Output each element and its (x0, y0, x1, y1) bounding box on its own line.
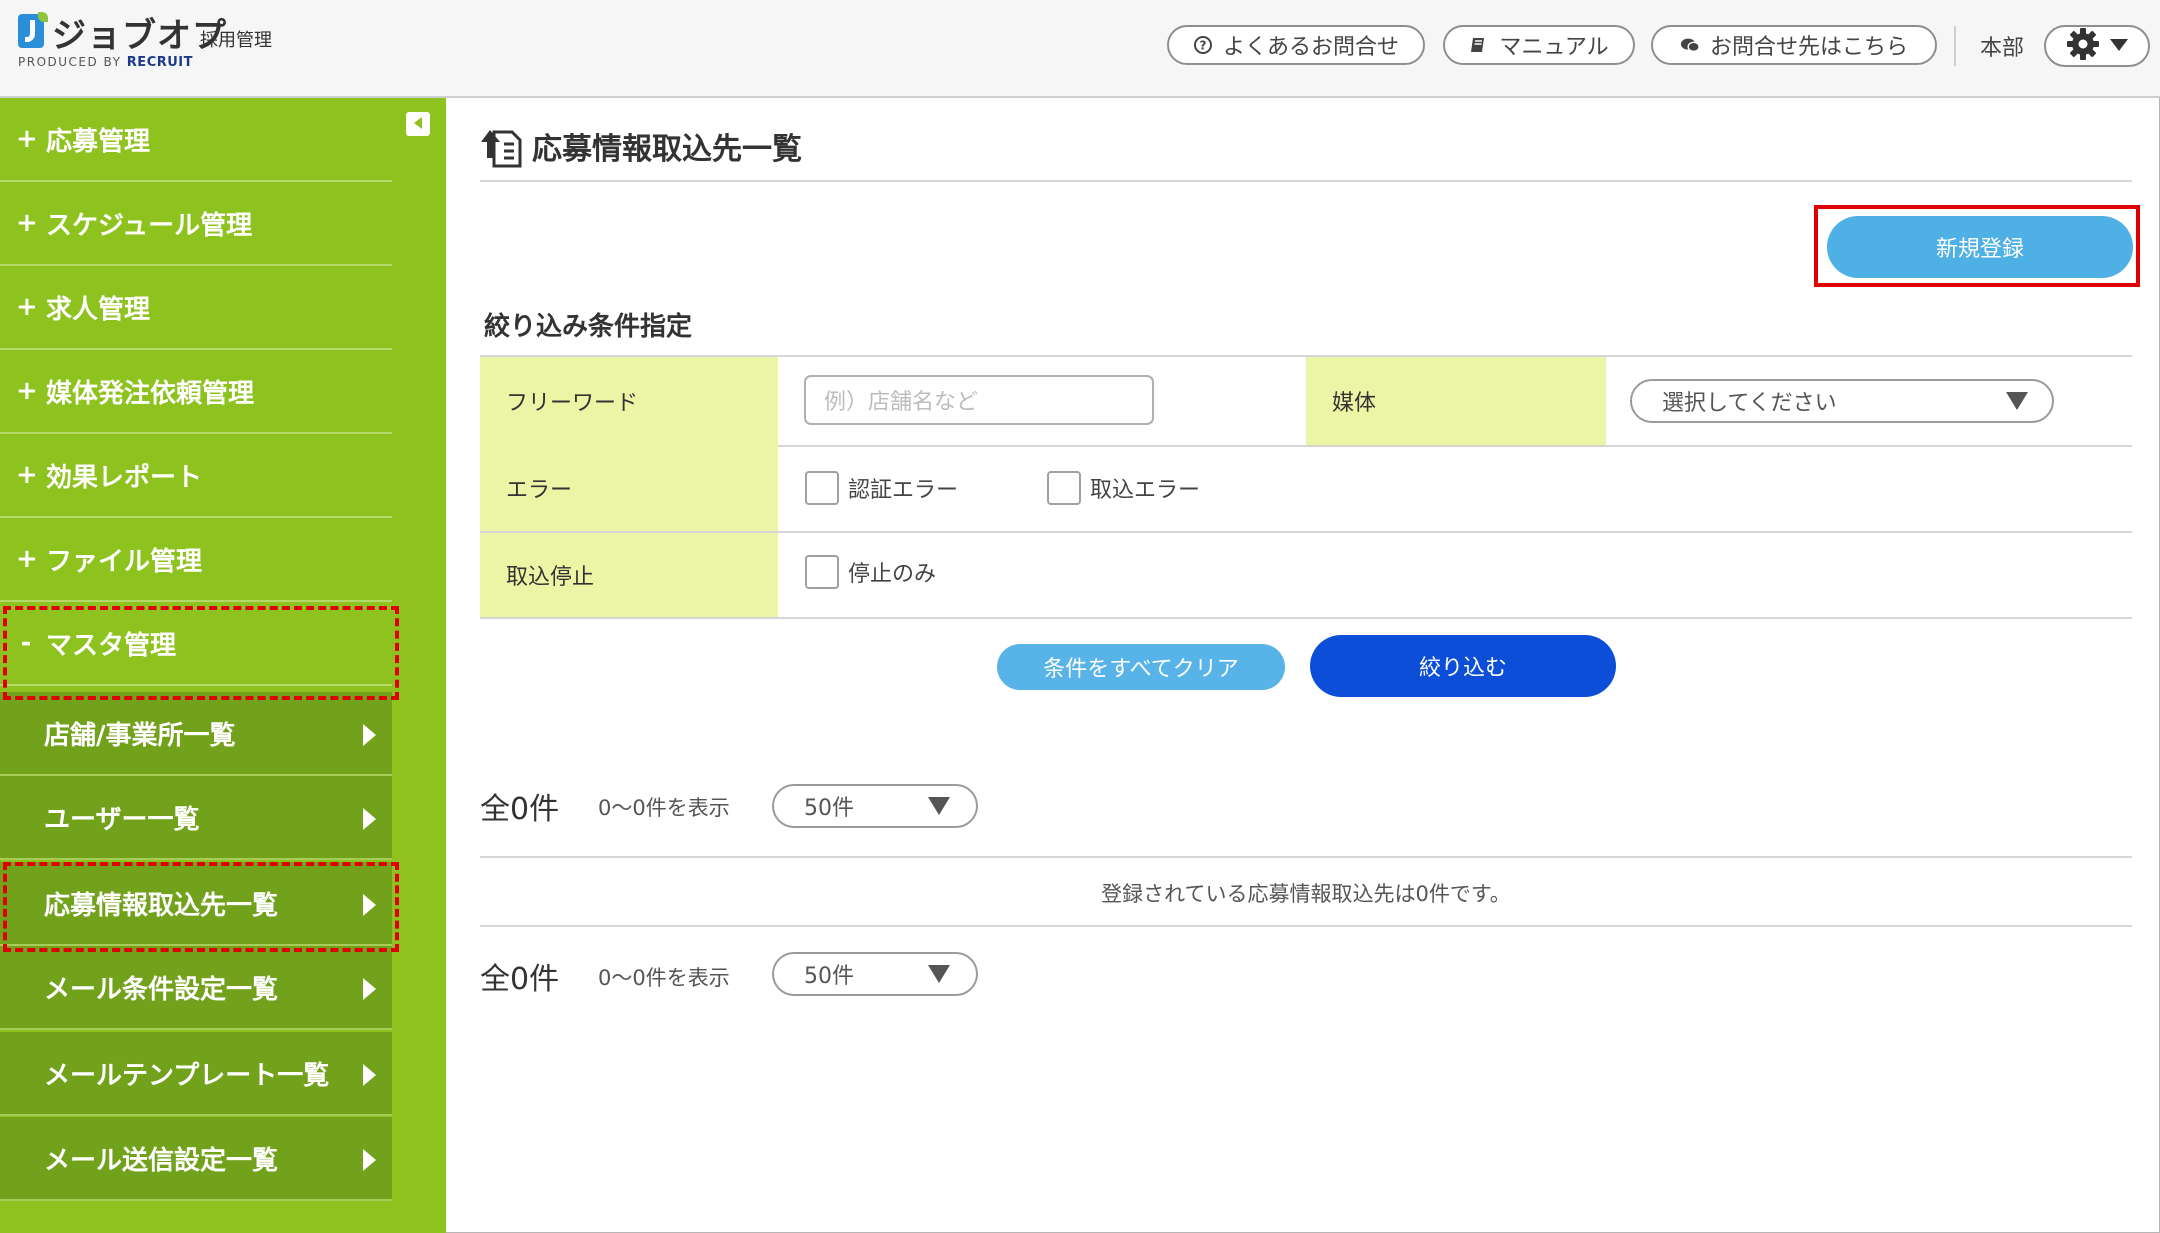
chevron-right-icon (363, 1064, 376, 1086)
sidebar-subitem-label: メール条件設定一覧 (44, 974, 279, 1005)
svg-text:?: ? (1200, 39, 1207, 53)
sidebar-subitem-mail-send-list[interactable]: メール送信設定一覧 (0, 1117, 392, 1201)
sidebar-subitem-mail-condition-list[interactable]: メール条件設定一覧 (0, 946, 392, 1030)
result-range-top: 0～0件を表示 (598, 796, 730, 820)
result-total-bottom: 全0件 (480, 962, 560, 997)
import-error-checkbox[interactable] (1047, 471, 1081, 505)
sidebar-item-label: 応募管理 (46, 126, 151, 157)
stop-only-label: 停止のみ (848, 562, 937, 587)
filter-section-title: 絞り込み条件指定 (484, 312, 693, 342)
recruit-logo: RECRUIT (126, 55, 193, 70)
filter-row-freeword: フリーワード 例）店舗名など 媒体 選択してください (480, 355, 2132, 447)
highlight-import-source-menu (3, 862, 399, 952)
produced-by-text: PRODUCED BY (18, 55, 122, 69)
expand-sign: + (16, 292, 38, 322)
sidebar-collapse-button[interactable] (406, 112, 430, 136)
upload-list-icon (480, 126, 526, 172)
stop-label: 取込停止 (480, 533, 778, 617)
auth-error-checkbox[interactable] (805, 471, 839, 505)
org-name: 本部 (1980, 36, 2025, 61)
settings-menu-button[interactable] (2044, 25, 2150, 67)
sidebar-item-schedule[interactable]: + スケジュール管理 (0, 182, 392, 266)
stop-only-checkbox[interactable] (805, 555, 839, 589)
per-page-value: 50件 (804, 796, 854, 821)
sidebar-item-label: 媒体発注依頼管理 (46, 378, 255, 409)
per-page-select-top[interactable]: 50件 (772, 784, 978, 828)
header-separator (1954, 26, 1956, 66)
contact-button[interactable]: お問合せ先はこちら (1651, 25, 1937, 65)
filter-row-stop: 取込停止 停止のみ (480, 533, 2132, 619)
chevron-down-icon (2006, 392, 2028, 410)
expand-sign: + (16, 544, 38, 574)
manual-button[interactable]: マニュアル (1443, 25, 1635, 65)
sidebar-item-label: 効果レポート (46, 462, 203, 493)
logo-subtitle: 採用管理 (200, 30, 272, 51)
sidebar-subitem-label: ユーザー一覧 (44, 804, 200, 835)
result-divider-bottom (480, 925, 2132, 927)
media-select[interactable]: 選択してください (1630, 379, 2054, 423)
expand-sign: + (16, 124, 38, 154)
sidebar-item-label: 求人管理 (46, 294, 151, 325)
expand-sign: + (16, 460, 38, 490)
apply-filter-button[interactable]: 絞り込む (1310, 635, 1616, 697)
faq-label: よくあるお問合せ (1222, 35, 1399, 60)
sidebar-item-report[interactable]: + 効果レポート (0, 434, 392, 518)
empty-message: 登録されている応募情報取込先は0件です。 (1101, 882, 1511, 906)
expand-sign: + (16, 376, 38, 406)
freeword-input[interactable]: 例）店舗名など (804, 375, 1154, 425)
chevron-down-icon (928, 965, 950, 983)
auth-error-label: 認証エラー (848, 478, 959, 503)
sidebar-subitem-store-list[interactable]: 店舗/事業所一覧 (0, 692, 392, 776)
clear-conditions-button[interactable]: 条件をすべてクリア (997, 644, 1285, 690)
result-range-bottom: 0～0件を表示 (598, 966, 730, 990)
sidebar-item-media-order[interactable]: + 媒体発注依頼管理 (0, 350, 392, 434)
filter-row-error: エラー 認証エラー 取込エラー (480, 445, 2132, 533)
expand-sign: + (16, 208, 38, 238)
book-icon (1469, 35, 1489, 55)
sidebar-strip (392, 98, 446, 1233)
media-select-value: 選択してください (1662, 391, 1837, 416)
sidebar-item-application[interactable]: + 応募管理 (0, 98, 392, 182)
chevron-right-icon (363, 978, 376, 1000)
per-page-select-bottom[interactable]: 50件 (772, 952, 978, 996)
result-total-top: 全0件 (480, 792, 560, 827)
chevron-right-icon (363, 1149, 376, 1171)
contact-label: お問合せ先はこちら (1709, 35, 1908, 60)
app-header: ジョブオプ 採用管理 PRODUCED BY RECRUIT ? よくあるお問合… (0, 0, 2160, 98)
manual-label: マニュアル (1499, 35, 1609, 60)
result-divider-top (480, 856, 2132, 858)
chevron-down-icon (928, 797, 950, 815)
faq-button[interactable]: ? よくあるお問合せ (1167, 25, 1425, 65)
import-error-label: 取込エラー (1090, 478, 1201, 503)
sidebar-item-file[interactable]: + ファイル管理 (0, 518, 392, 602)
sidebar-subitem-label: メール送信設定一覧 (44, 1145, 279, 1176)
sidebar-item-label: スケジュール管理 (46, 210, 253, 241)
produced-by: PRODUCED BY RECRUIT (18, 55, 193, 70)
freeword-label: フリーワード (480, 357, 778, 445)
page-title: 応募情報取込先一覧 (532, 132, 802, 167)
chevron-right-icon (363, 808, 376, 830)
sidebar-item-label: ファイル管理 (46, 546, 203, 577)
per-page-value: 50件 (804, 964, 854, 989)
gear-icon (2065, 26, 2101, 66)
new-registration-button[interactable]: 新規登録 (1827, 216, 2133, 278)
sidebar-item-job[interactable]: + 求人管理 (0, 266, 392, 350)
sidebar-subitem-user-list[interactable]: ユーザー一覧 (0, 776, 392, 860)
media-label: 媒体 (1306, 357, 1606, 445)
chevron-down-icon (2109, 37, 2129, 56)
title-divider (480, 180, 2132, 182)
sidebar-subitem-label: メールテンプレート一覧 (44, 1060, 330, 1091)
question-icon: ? (1193, 35, 1213, 55)
error-label: エラー (480, 445, 778, 531)
chevron-left-icon (412, 115, 424, 134)
sidebar-subitem-mail-template-list[interactable]: メールテンプレート一覧 (0, 1032, 392, 1116)
chevron-right-icon (363, 724, 376, 746)
sidebar-subitem-label: 店舗/事業所一覧 (44, 720, 236, 751)
highlight-master-menu (3, 606, 399, 700)
logo-icon (18, 12, 48, 48)
chat-icon (1680, 35, 1700, 55)
